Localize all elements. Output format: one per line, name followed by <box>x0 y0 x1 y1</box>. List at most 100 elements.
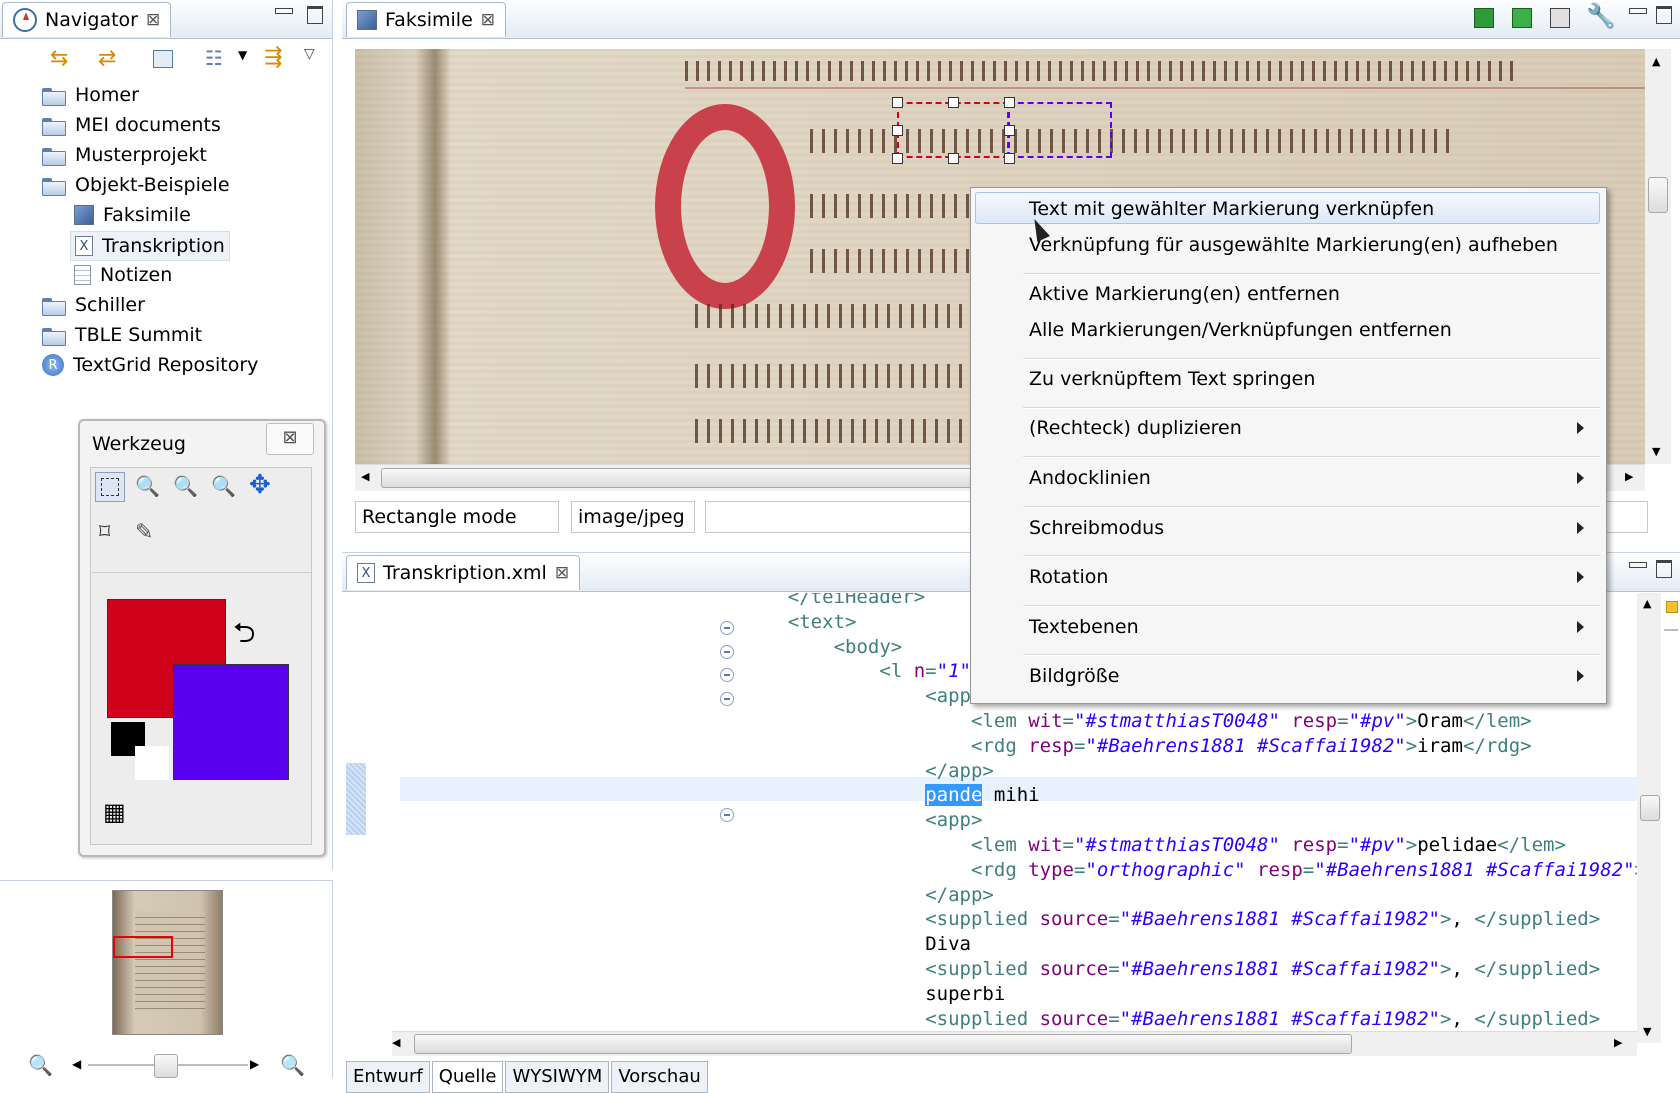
chevron-down-icon[interactable]: ▼ <box>238 48 247 62</box>
menu-item-duplicate[interactable]: (Rechteck) duplizieren <box>1029 411 1242 445</box>
tree-item-textgrid-repository[interactable]: R TextGrid Repository <box>42 351 258 379</box>
scroll-right-icon[interactable]: ▶ <box>250 1057 259 1071</box>
scroll-thumb[interactable] <box>1640 795 1660 821</box>
swap-colors-icon[interactable]: ⮌ <box>233 612 255 660</box>
settings-wrench-icon[interactable]: 🔧 <box>1586 2 1616 30</box>
tab-entwurf[interactable]: Entwurf <box>346 1061 430 1093</box>
zoom-icon[interactable]: 🔍 <box>135 474 160 498</box>
link-editor-icon[interactable]: ⇄ <box>98 46 116 71</box>
resize-handle[interactable] <box>892 153 903 164</box>
fold-marker[interactable] <box>720 621 734 635</box>
secondary-color-swatch[interactable] <box>173 664 289 780</box>
overview-thumbnail[interactable] <box>112 890 223 1035</box>
tree-item-tble-summit[interactable]: TBLE Summit <box>42 321 202 349</box>
rectangle-select-icon[interactable] <box>95 472 125 502</box>
editor-vscroll[interactable]: ▲ ▼ <box>1637 593 1661 1043</box>
minimize-icon[interactable] <box>1629 8 1647 14</box>
tree-view-icon[interactable]: ☷ <box>205 46 223 70</box>
fold-marker[interactable] <box>720 645 734 659</box>
tree-item-transkription[interactable]: X Transkription <box>70 231 230 261</box>
match-marker[interactable] <box>1664 629 1678 631</box>
menu-item-andocklinien[interactable]: Andocklinien <box>1029 461 1151 495</box>
tab-faksimile[interactable]: Faksimile ⊠ <box>346 2 507 37</box>
menu-item-remove-active[interactable]: Aktive Markierung(en) entfernen <box>1029 277 1340 311</box>
tab-vorschau[interactable]: Vorschau <box>611 1061 708 1093</box>
resize-handle[interactable] <box>1004 153 1015 164</box>
tree-item-schiller[interactable]: Schiller <box>42 291 145 319</box>
tab-navigator[interactable]: Navigator ⊠ <box>2 2 172 37</box>
resize-handle[interactable] <box>892 125 903 136</box>
pencil-icon[interactable]: ✎ <box>135 520 153 545</box>
zoom-out-icon[interactable]: 🔍 <box>28 1053 53 1077</box>
maximize-icon[interactable] <box>307 6 323 24</box>
filter-icon[interactable]: ⇶ <box>264 45 282 70</box>
grid-icon[interactable]: ▦ <box>103 798 126 826</box>
warning-marker[interactable] <box>1666 601 1678 613</box>
viewport-marker[interactable] <box>113 936 173 958</box>
zoom-slider-thumb[interactable] <box>154 1054 178 1078</box>
close-icon[interactable]: ⊠ <box>266 423 314 455</box>
tab-quelle[interactable]: Quelle <box>431 1061 504 1093</box>
tab-wysiwym[interactable]: WYSIWYM <box>505 1061 610 1093</box>
link-layers-icon[interactable] <box>1474 8 1494 28</box>
menu-item-schreibmodus[interactable]: Schreibmodus <box>1029 511 1164 545</box>
editor-hscroll[interactable]: ◀ ▶ <box>392 1031 1637 1056</box>
scroll-down-icon[interactable]: ▼ <box>1652 445 1660 458</box>
scroll-left-icon[interactable]: ◀ <box>72 1057 81 1071</box>
menu-item-rotation[interactable]: Rotation <box>1029 560 1108 594</box>
default-color-white-swatch[interactable] <box>135 746 169 780</box>
unlink-layers-icon[interactable] <box>1512 8 1532 28</box>
maximize-icon[interactable] <box>1656 6 1672 24</box>
move-icon[interactable]: ✥ <box>249 470 271 500</box>
resize-handle[interactable] <box>1004 125 1015 136</box>
scroll-thumb[interactable] <box>1648 177 1668 213</box>
scroll-left-icon[interactable]: ◀ <box>392 1036 400 1049</box>
scroll-up-icon[interactable]: ▲ <box>1643 597 1651 610</box>
tree-item-label: TBLE Summit <box>75 324 203 346</box>
close-icon[interactable]: ⊠ <box>555 563 569 583</box>
tree-item-mei-documents[interactable]: MEI documents <box>42 111 221 139</box>
scroll-right-icon[interactable]: ▶ <box>1614 1036 1622 1049</box>
tree-item-faksimile[interactable]: Faksimile <box>74 201 191 229</box>
tab-transkription-xml[interactable]: X Transkription.xml ⊠ <box>346 555 581 590</box>
fold-marker[interactable] <box>720 808 734 822</box>
view-menu-icon[interactable]: ▽ <box>304 46 315 62</box>
tree-item-homer[interactable]: Homer <box>42 81 139 109</box>
markup-rectangle[interactable] <box>1008 102 1112 158</box>
copy-layers-icon[interactable] <box>1550 8 1570 28</box>
active-markup-rectangle[interactable] <box>897 102 1009 158</box>
collapse-all-icon[interactable] <box>153 50 173 68</box>
menu-item-jump-to-text[interactable]: Zu verknüpftem Text springen <box>1029 362 1315 396</box>
resize-handle[interactable] <box>892 97 903 108</box>
menu-item-link-text[interactable]: Text mit gewählter Markierung verknüpfen <box>1029 192 1434 226</box>
scroll-thumb[interactable] <box>414 1034 1352 1054</box>
scroll-down-icon[interactable]: ▼ <box>1643 1025 1651 1038</box>
scroll-up-icon[interactable]: ▲ <box>1652 55 1660 68</box>
tree-item-objekt-beispiele[interactable]: Objekt-Beispiele <box>42 171 230 199</box>
zoom-in-icon[interactable]: 🔍 <box>173 474 198 498</box>
tree-item-notizen[interactable]: Notizen <box>74 261 172 289</box>
resize-handle[interactable] <box>1004 97 1015 108</box>
zoom-out-icon[interactable]: 🔍 <box>211 474 236 498</box>
menu-item-bildgroesse[interactable]: Bildgröße <box>1029 659 1119 693</box>
scroll-right-icon[interactable]: ▶ <box>1625 470 1633 483</box>
tree-item-musterprojekt[interactable]: Musterprojekt <box>42 141 207 169</box>
menu-item-remove-all[interactable]: Alle Markierungen/Verknüpfungen entferne… <box>1029 313 1452 347</box>
fold-marker[interactable] <box>720 692 734 706</box>
sync-icon[interactable]: ⇆ <box>50 46 68 71</box>
menu-item-textebenen[interactable]: Textebenen <box>1029 610 1139 644</box>
close-icon[interactable]: ⊠ <box>146 10 160 30</box>
minimize-icon[interactable] <box>275 8 293 14</box>
maximize-icon[interactable] <box>1656 560 1672 578</box>
polygon-icon[interactable]: ⌑ <box>99 520 110 545</box>
scroll-thumb[interactable] <box>381 468 983 488</box>
fold-marker[interactable] <box>720 668 734 682</box>
resize-handle[interactable] <box>948 97 959 108</box>
resize-handle[interactable] <box>948 153 959 164</box>
zoom-in-icon[interactable]: 🔍 <box>280 1053 305 1077</box>
scroll-left-icon[interactable]: ◀ <box>361 470 369 483</box>
close-icon[interactable]: ⊠ <box>481 10 495 30</box>
menu-item-unlink[interactable]: Verknüpfung für ausgewählte Markierung(e… <box>1029 228 1558 262</box>
faksimile-vscroll[interactable]: ▲ ▼ <box>1645 49 1671 464</box>
minimize-icon[interactable] <box>1629 562 1647 568</box>
